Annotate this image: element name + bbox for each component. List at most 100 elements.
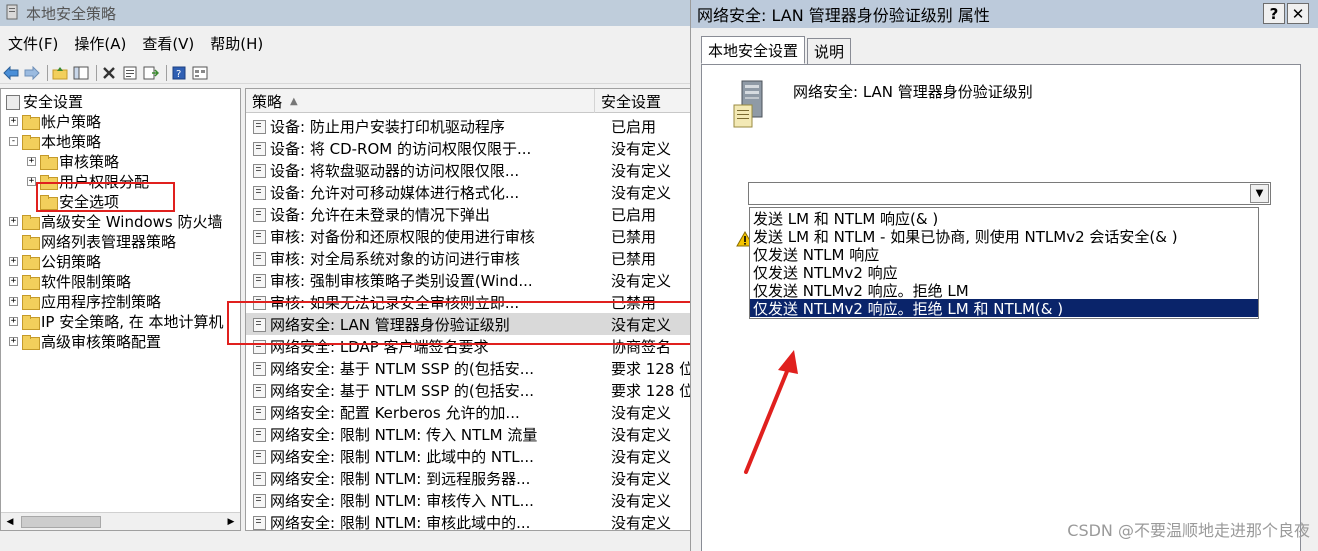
forward-button[interactable] [23,64,41,82]
tree-item[interactable]: 安全选项 [27,191,119,211]
policy-row[interactable]: 审核: 强制审核策略子类别设置(Wind... 没有定义 [246,269,699,291]
menu-action[interactable]: 操作(A) [66,33,134,54]
policy-row[interactable]: 网络安全: 限制 NTLM: 审核传入 NTL... 没有定义 [246,489,699,511]
policy-icon [252,185,266,200]
policy-row[interactable]: 网络安全: 限制 NTLM: 此域中的 NTL... 没有定义 [246,445,699,467]
auth-level-option[interactable]: 仅发送 NTLMv2 响应 [750,263,1258,282]
tree-item[interactable]: + 应用程序控制策略 [9,291,161,311]
dropdown-arrow-icon[interactable]: ▼ [1250,184,1269,203]
tree-item-label: 审核策略 [59,152,120,171]
policy-row[interactable]: 网络安全: 限制 NTLM: 传入 NTLM 流量 没有定义 [246,423,699,445]
folder-icon [22,334,40,350]
tree-item[interactable]: + 高级审核策略配置 [9,331,161,351]
delete-button[interactable] [100,64,118,82]
auth-level-option[interactable]: 仅发送 NTLM 响应 [750,245,1258,264]
auth-level-options-list[interactable]: 发送 LM 和 NTLM 响应(& ) 发送 LM 和 NTLM - 如果已协商,… [749,207,1259,319]
expand-icon[interactable]: + [27,176,36,186]
expand-icon[interactable]: + [9,276,18,286]
column-header-policy[interactable]: 策略 ▲ [246,89,595,113]
tree-item[interactable]: + 软件限制策略 [9,271,131,291]
column-header-setting[interactable]: 安全设置 [595,89,699,113]
policy-row[interactable]: 网络安全: LDAP 客户端签名要求 协商签名 [246,335,699,357]
help-button[interactable]: ? [170,64,188,82]
properties-button[interactable] [121,64,139,82]
policy-row[interactable]: 网络安全: LAN 管理器身份验证级别 没有定义 [246,313,699,335]
policy-row[interactable]: 网络安全: 限制 NTLM: 到远程服务器... 没有定义 [246,467,699,489]
forward-arrow-icon [24,65,40,80]
auth-level-dropdown[interactable]: ▼ [748,182,1271,205]
scroll-thumb[interactable] [21,516,101,528]
tree-item[interactable]: + 用户权限分配 [27,171,149,191]
policy-row[interactable]: 设备: 将软盘驱动器的访问权限仅限... 没有定义 [246,159,699,181]
tree-item[interactable]: + 公钥策略 [9,251,101,271]
tree-horizontal-scrollbar[interactable]: ◀ ▶ [1,512,240,530]
export-list-button[interactable] [142,64,160,82]
expand-icon[interactable]: + [9,256,18,266]
policy-setting: 没有定义 [611,469,672,488]
menu-view[interactable]: 查看(V) [134,33,202,54]
collapse-icon[interactable]: - [9,136,18,146]
main-title-bar: 本地安全策略 [0,0,700,26]
expand-icon[interactable]: + [9,316,18,326]
policy-row[interactable]: 设备: 防止用户安装打印机驱动程序 已启用 [246,115,699,137]
tree-item[interactable]: 安全设置 [5,91,83,111]
policy-list[interactable]: 策略 ▲ 安全设置 设备: 防止用户安装打印机驱动程序 已启用 设备: 将 CD-R… [245,88,700,531]
policy-row[interactable]: 审核: 对全局系统对象的访问进行审核 已禁用 [246,247,699,269]
help-book-icon: ? [172,66,186,80]
policy-row[interactable]: 网络安全: 基于 NTLM SSP 的(包括安... 要求 128 位 [246,357,699,379]
policy-name: 网络安全: LAN 管理器身份验证级别 [270,315,510,334]
tree-item[interactable]: + 高级安全 Windows 防火墙 [9,211,223,231]
view-button[interactable] [191,64,209,82]
policy-setting: 没有定义 [611,161,672,180]
column-policy-label: 策略 [252,92,283,111]
tree-item[interactable]: + IP 安全策略, 在 本地计算机 [9,311,224,331]
list-header: 策略 ▲ 安全设置 [246,89,699,113]
scroll-left-arrow-icon[interactable]: ◀ [2,514,18,530]
policy-row[interactable]: 网络安全: 配置 Kerberos 允许的加... 没有定义 [246,401,699,423]
tree-item-label: 软件限制策略 [41,272,132,291]
folder-icon [22,274,40,290]
policy-row[interactable]: 设备: 将 CD-ROM 的访问权限仅限于... 没有定义 [246,137,699,159]
policy-row[interactable]: 网络安全: 基于 NTLM SSP 的(包括安... 要求 128 位 [246,379,699,401]
toolbar: ? [0,62,700,84]
policy-row[interactable]: 审核: 如果无法记录安全审核则立即... 已禁用 [246,291,699,313]
tab-local-security-setting[interactable]: 本地安全设置 [701,36,806,64]
auth-level-option[interactable]: 发送 LM 和 NTLM - 如果已协商, 则使用 NTLMv2 会话安全(& … [750,227,1258,246]
server-policy-icon [733,80,763,128]
tree-item[interactable]: + 审核策略 [27,151,119,171]
auth-level-option[interactable]: 仅发送 NTLMv2 响应。拒绝 LM [750,281,1258,300]
auth-level-option[interactable]: 发送 LM 和 NTLM 响应(& ) [750,209,1258,228]
dialog-close-button[interactable]: ✕ [1287,3,1309,24]
tree-item-label: 网络列表管理器策略 [41,232,177,251]
up-level-button[interactable] [51,64,69,82]
policy-icon [252,273,266,288]
expand-icon[interactable]: + [9,116,18,126]
tree-item[interactable]: - 本地策略 [9,131,101,151]
policy-setting: 没有定义 [611,491,672,510]
policy-row[interactable]: 审核: 对备份和还原权限的使用进行审核 已禁用 [246,225,699,247]
console-tree[interactable]: 安全设置 + 帐户策略 - 本地策略 + 审核策略 + 用户权限分配 安全选项 + 高级安全 Wind… [0,88,241,531]
dialog-help-button[interactable]: ? [1263,3,1285,24]
tree-item[interactable]: + 帐户策略 [9,111,101,131]
expand-icon[interactable]: + [9,296,18,306]
policy-setting: 没有定义 [611,403,672,422]
tab-explain[interactable]: 说明 [807,38,852,64]
show-hide-tree-button[interactable] [72,64,90,82]
back-button[interactable] [2,64,20,82]
policy-icon [252,515,266,530]
expand-icon[interactable]: + [9,336,18,346]
expand-icon[interactable]: + [27,156,36,166]
auth-level-option[interactable]: 仅发送 NTLMv2 响应。拒绝 LM 和 NTLM(& ) [750,299,1258,317]
dialog-edge [1302,64,1318,551]
menu-help[interactable]: 帮助(H) [202,33,271,54]
policy-name: 网络安全: 限制 NTLM: 此域中的 NTL... [270,447,534,466]
tree-item-label: 公钥策略 [41,252,102,271]
policy-row[interactable]: 设备: 允许对可移动媒体进行格式化... 没有定义 [246,181,699,203]
menu-file[interactable]: 文件(F) [0,33,66,54]
policy-name: 审核: 对备份和还原权限的使用进行审核 [270,227,535,246]
expand-icon[interactable]: + [9,216,18,226]
scroll-right-arrow-icon[interactable]: ▶ [223,514,239,530]
policy-row[interactable]: 设备: 允许在未登录的情况下弹出 已启用 [246,203,699,225]
tree-item[interactable]: 网络列表管理器策略 [9,231,176,251]
policy-row[interactable]: 网络安全: 限制 NTLM: 审核此域中的... 没有定义 [246,511,699,530]
